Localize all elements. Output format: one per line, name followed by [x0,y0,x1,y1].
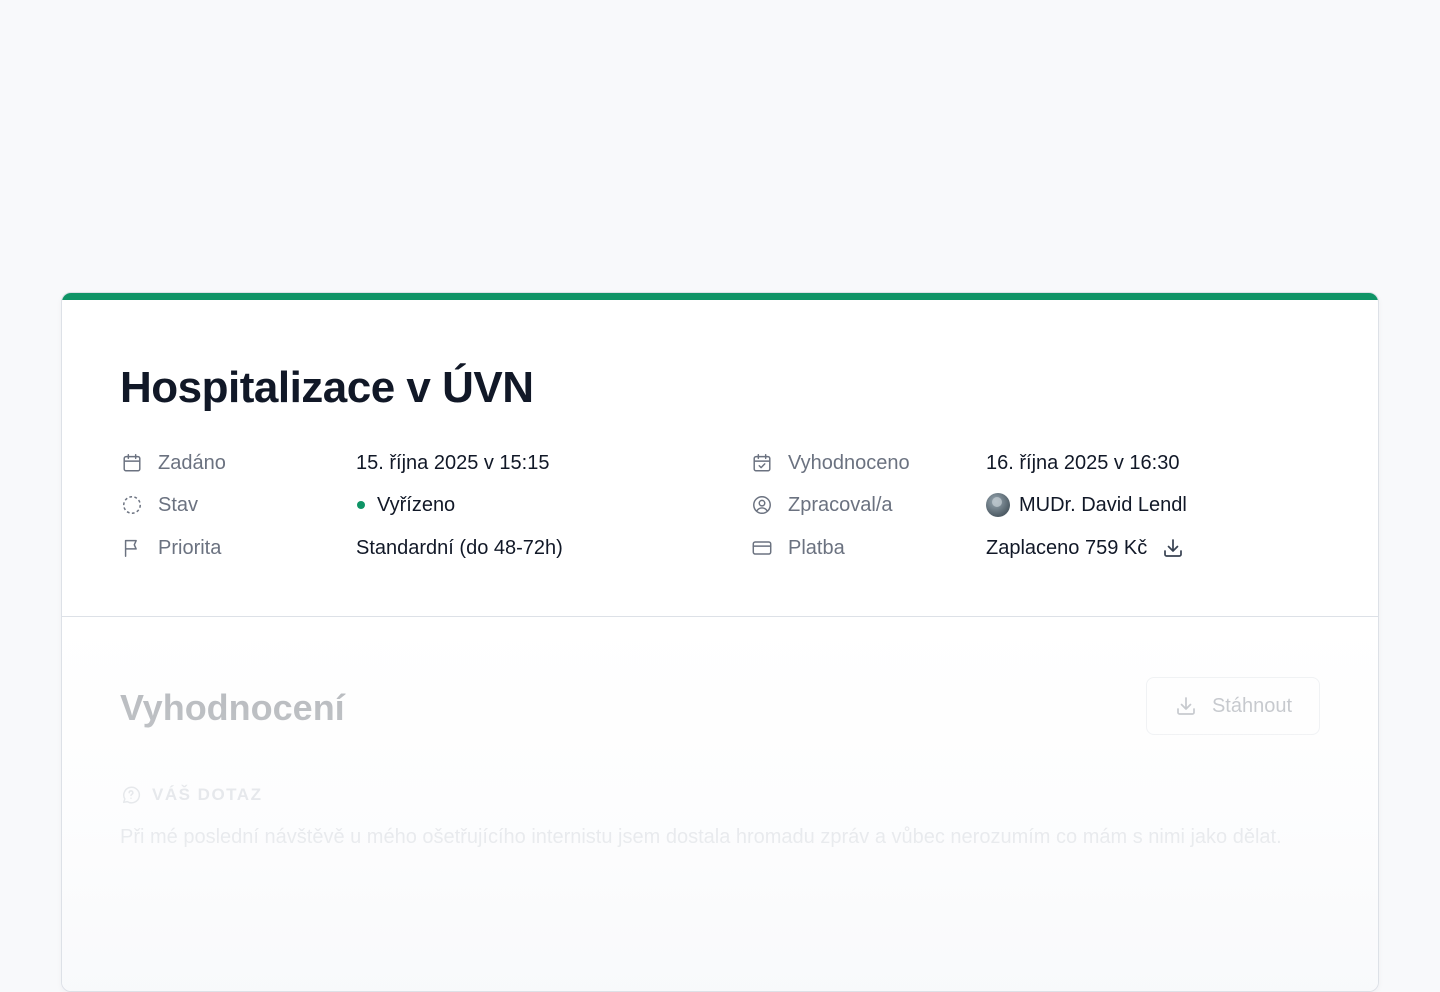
status-accent-bar [62,293,1378,300]
user-circle-icon [750,493,774,517]
status-text: Vyřízeno [377,493,456,516]
meta-label: Zadáno [158,451,226,474]
question-bubble-icon [120,784,142,806]
page-title: Hospitalizace v ÚVN [120,363,534,412]
meta-label: Vyhodnoceno [788,451,910,474]
meta-priority: Priorita Standardní (do 48-72h) [120,533,720,563]
status-badge: Vyřízeno [356,494,455,517]
question-label-text: VÁŠ DOTAZ [152,785,263,804]
evaluated-date: 16. října 2025 v 16:30 [986,451,1180,474]
question-text: Při mé poslední návštěvě u mého ošetřují… [120,826,1282,848]
status-circle-icon [120,493,144,517]
credit-card-icon [750,536,774,560]
download-button[interactable]: Stáhnout [1146,677,1320,735]
section-title: Vyhodnocení [120,687,345,728]
submitted-date: 15. října 2025 v 15:15 [356,451,550,474]
meta-payment: Platba Zaplaceno 759 Kč [750,533,1350,563]
download-icon[interactable] [1161,536,1185,560]
doctor[interactable]: MUDr. David Lendl [986,493,1187,517]
evaluation-section: Vyhodnocení Stáhnout VÁŠ DOTAZ Při mé po… [62,617,1378,991]
status-dot [357,501,365,509]
flag-icon [120,536,144,560]
payment-value: Zaplaceno 759 Kč [986,536,1185,560]
question-label: VÁŠ DOTAZ [120,784,262,806]
meta-label: Zpracoval/a [788,493,893,516]
meta-status: Stav Vyřízeno [120,490,720,520]
calendar-icon [120,451,144,475]
meta-processed-by: Zpracoval/a MUDr. David Lendl [750,490,1350,520]
avatar [986,493,1010,517]
request-detail-card: Hospitalizace v ÚVN Zadáno 15. října 202… [61,292,1379,992]
meta-label: Platba [788,536,845,559]
meta-label: Stav [158,493,199,516]
meta-label: Priorita [158,536,222,559]
priority-value: Standardní (do 48-72h) [356,536,563,559]
download-icon [1174,694,1198,718]
meta-evaluated: Vyhodnoceno 16. října 2025 v 16:30 [750,448,1350,478]
doctor-name: MUDr. David Lendl [1019,493,1187,516]
calendar-check-icon [750,451,774,475]
payment-text: Zaplaceno 759 Kč [986,536,1148,559]
download-button-label: Stáhnout [1211,694,1293,717]
meta-submitted: Zadáno 15. října 2025 v 15:15 [120,448,720,478]
